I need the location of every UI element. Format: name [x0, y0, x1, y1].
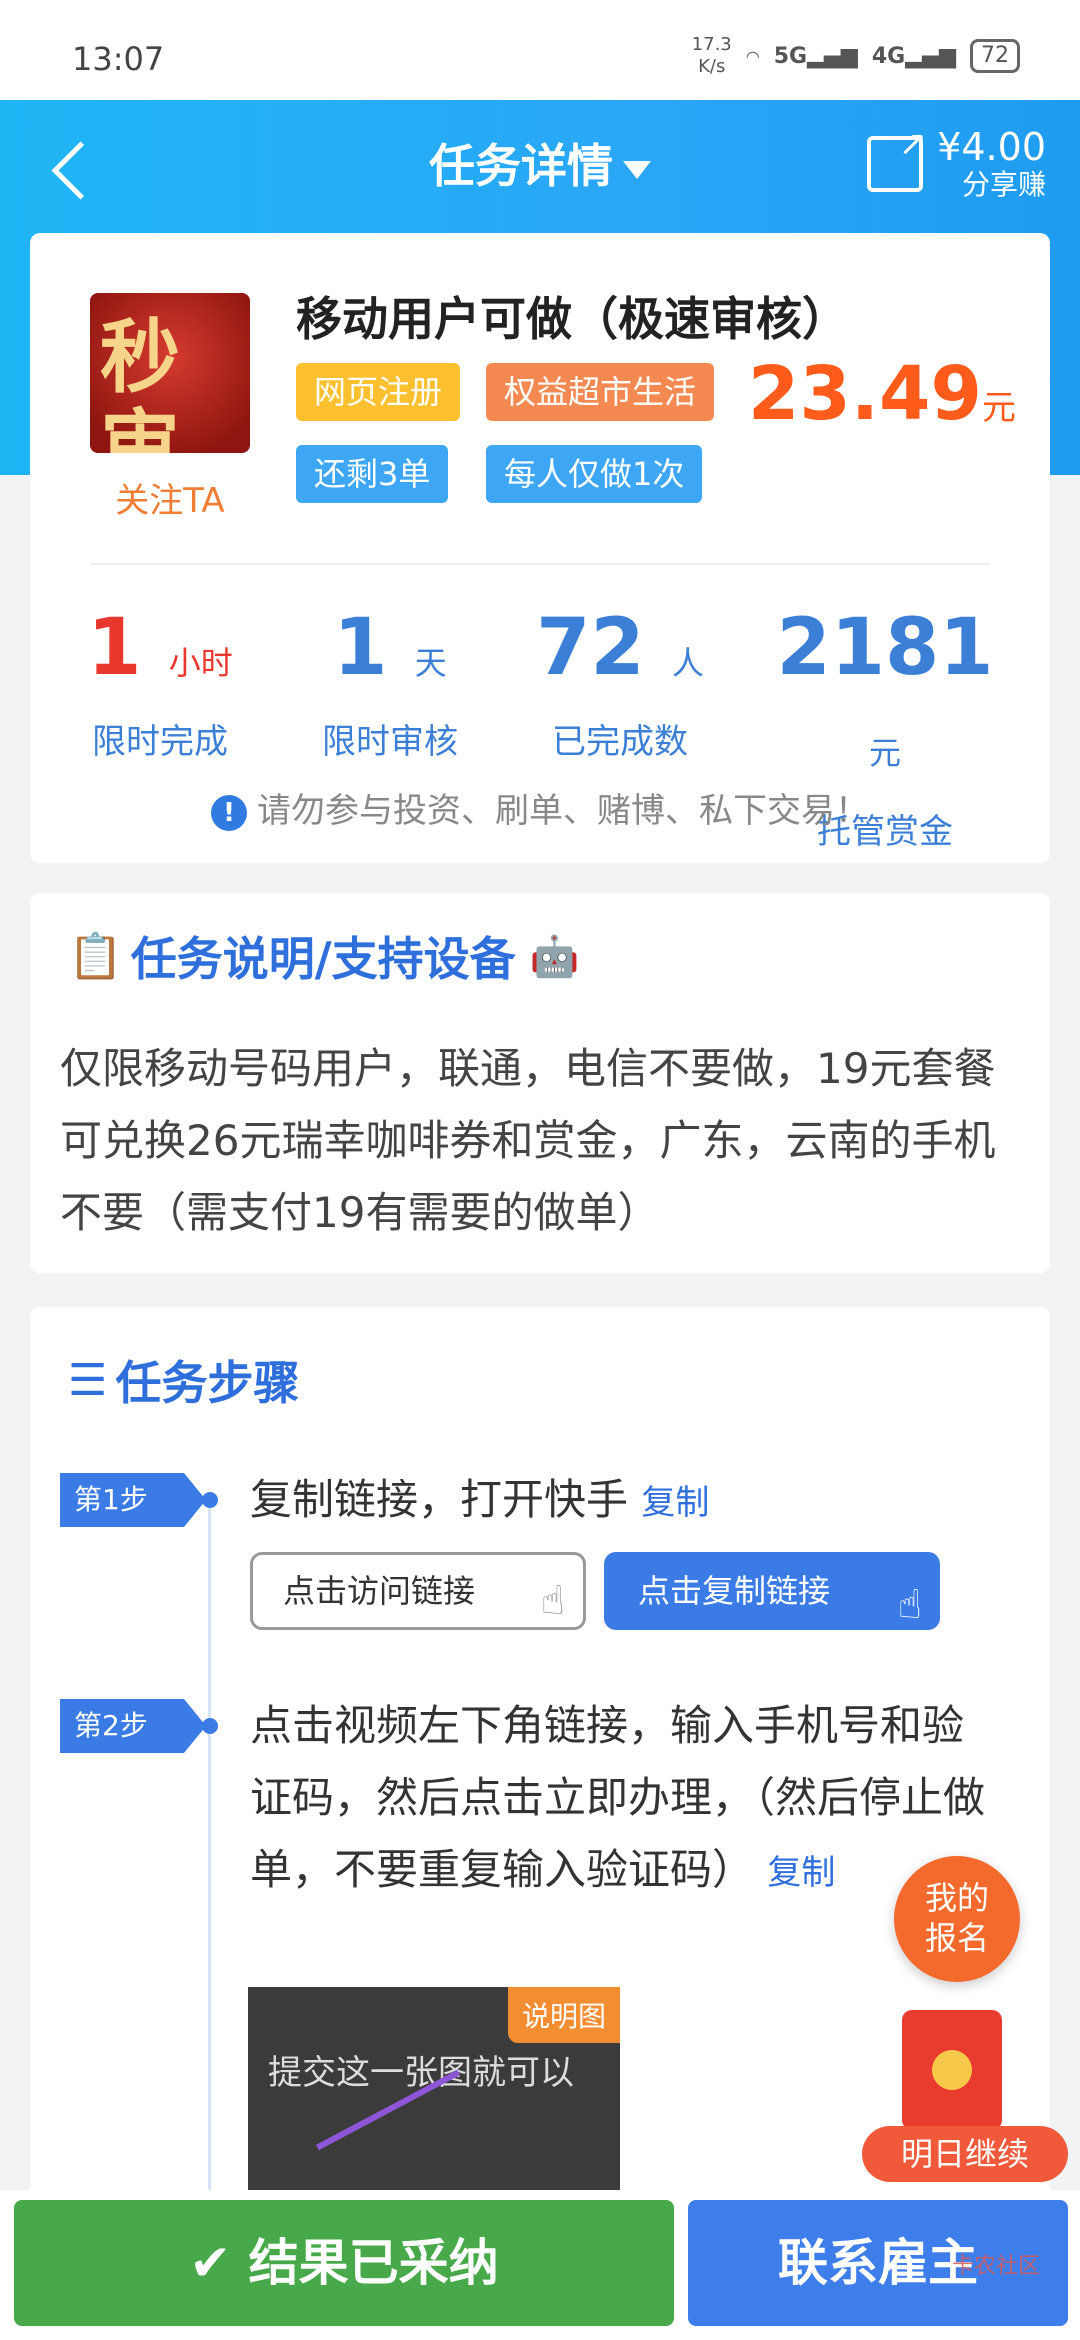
instruction-image[interactable]: 提交这一张图就可以 说明图: [248, 1987, 620, 2207]
share-label: 分享赚: [961, 168, 1046, 201]
clipboard-icon: 📋: [68, 931, 123, 982]
instruction-image-caption: 提交这一张图就可以: [268, 2053, 574, 2093]
instruction-image-tag: 说明图: [507, 1987, 620, 2043]
step-2-badge: 第2步: [60, 1699, 206, 1753]
task-description-text: 仅限移动号码用户，联通，电信不要做，19元套餐可兑换26元瑞幸咖啡券和赏金，广东…: [60, 1044, 996, 1237]
share-earn-button[interactable]: ¥4.00 分享赚: [867, 124, 1046, 202]
share-icon: [867, 124, 927, 192]
step-2-dot: [202, 1718, 218, 1734]
section-title-description: 📋 任务说明/支持设备 🤖: [68, 931, 580, 986]
hand-tap-icon: ☝: [897, 1582, 922, 1628]
follow-button[interactable]: 关注TA: [90, 473, 250, 522]
task-title: 移动用户可做（极速审核）: [296, 292, 848, 346]
task-price: 23.49元: [747, 351, 1016, 437]
divider: [90, 563, 990, 565]
section-title-steps: ☰ 任务步骤: [68, 1354, 300, 1411]
step-2-copy-link[interactable]: 复制: [767, 1853, 835, 1893]
step-1-dot: [202, 1492, 218, 1508]
watermark-logo: 卡农社区: [951, 2254, 1040, 2279]
step-1-badge: 第1步: [60, 1473, 206, 1527]
tag-limit: 每人仅做1次: [486, 445, 703, 503]
visit-link-button[interactable]: 点击访问链接 ☝: [250, 1552, 586, 1630]
warning-icon: !: [211, 794, 247, 831]
result-accepted-button[interactable]: ✔ 结果已采纳: [14, 2200, 674, 2326]
red-packet-icon: [902, 2010, 1002, 2130]
status-bar: 13:07 17.3 K/s ◠ 5G▂▄▆ 4G▂▄▆ 72: [0, 0, 1080, 100]
copy-link-button[interactable]: 点击复制链接 ☝: [604, 1552, 940, 1630]
step-2-text: 点击视频左下角链接，输入手机号和验证码，然后点击立即办理，（然后停止做单，不要重…: [250, 1701, 986, 1894]
step-1-text: 复制链接，打开快手 复制: [250, 1475, 710, 1524]
battery-icon: 72: [970, 39, 1020, 73]
signal-5g-icon: 5G▂▄▆: [773, 43, 858, 69]
android-icon: 🤖: [529, 933, 580, 980]
my-signup-button[interactable]: 我的 报名: [894, 1856, 1020, 1982]
status-icons: 17.3 K/s ◠ 5G▂▄▆ 4G▂▄▆ 72: [692, 34, 1020, 78]
tag-web-register: 网页注册: [296, 363, 461, 421]
status-time: 13:07: [72, 40, 165, 78]
red-packet-label: 明日继续: [862, 2126, 1068, 2182]
tag-category: 权益超市生活: [486, 363, 715, 421]
hand-tap-icon: ☝: [540, 1578, 565, 1624]
tag-remaining: 还剩3单: [296, 445, 449, 503]
stat-completed: 72 人 已完成数: [536, 603, 704, 762]
task-summary-card: 秒审 关注TA 移动用户可做（极速审核） 网页注册 权益超市生活 还剩3单 每人…: [30, 233, 1050, 863]
step-1-copy-link[interactable]: 复制: [641, 1483, 709, 1523]
network-speed: 17.3 K/s: [691, 34, 732, 77]
task-logo[interactable]: 秒审: [90, 293, 250, 453]
red-packet-widget[interactable]: 明日继续: [862, 2010, 1068, 2182]
stat-time-limit: 1 小时 限时完成: [87, 603, 233, 762]
steps-timeline: [208, 1497, 211, 2207]
chevron-down-icon: [623, 160, 651, 179]
stat-review-limit: 1 天 限时审核: [322, 603, 458, 762]
warning-notice: ! 请勿参与投资、刷单、赌博、私下交易！: [30, 783, 1050, 832]
share-amount: ¥4.00: [937, 125, 1046, 169]
list-search-icon: ☰: [68, 1354, 108, 1406]
wifi-icon: ◠: [745, 46, 760, 66]
check-icon: ✔: [189, 2234, 232, 2292]
task-description-card: 📋 任务说明/支持设备 🤖 仅限移动号码用户，联通，电信不要做，19元套餐可兑换…: [30, 893, 1050, 1273]
signal-4g-icon: 4G▂▄▆: [871, 43, 956, 69]
bottom-action-bar: ✔ 结果已采纳 联系雇主: [0, 2190, 1080, 2340]
